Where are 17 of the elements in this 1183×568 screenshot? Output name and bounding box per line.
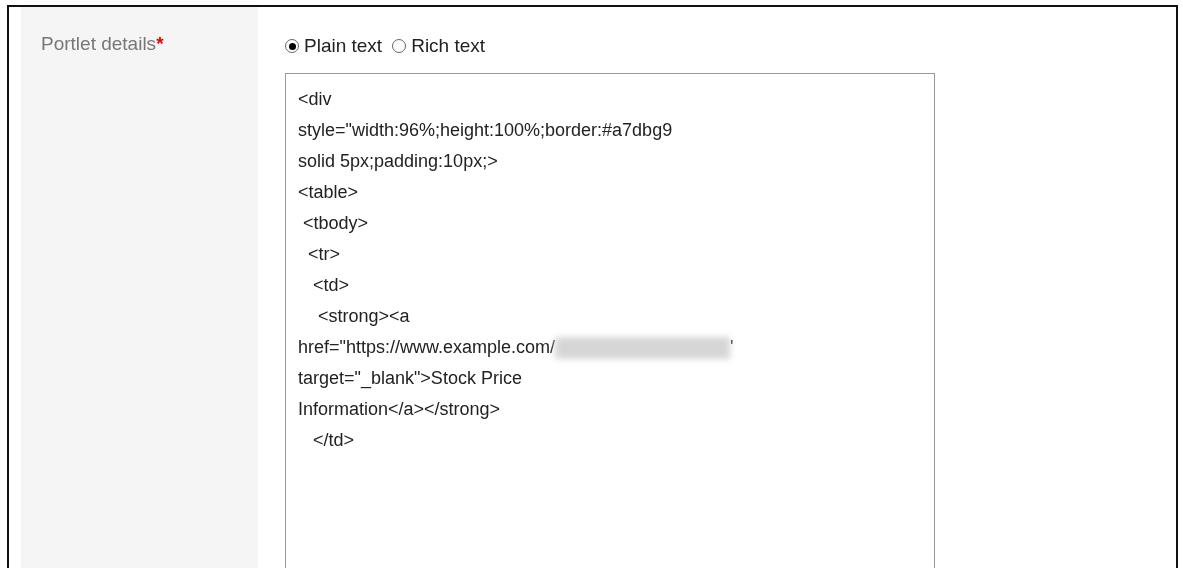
code-line: <tr> bbox=[307, 243, 341, 266]
code-line: <tbody> bbox=[302, 212, 369, 235]
field-label: Portlet details* bbox=[41, 33, 164, 54]
code-line: style="width:96%;height:100%;border:#a7dbg9 bbox=[298, 119, 673, 142]
code-line: <td> bbox=[312, 274, 350, 297]
code-line: Information</a></strong> bbox=[298, 398, 501, 421]
text-editor-field[interactable] bbox=[285, 73, 935, 568]
code-line: target="_blank">Stock Price bbox=[298, 367, 522, 391]
code-line: <div bbox=[298, 88, 332, 111]
format-radio[interactable]: Plain text bbox=[285, 35, 383, 57]
format-radio[interactable]: Rich text bbox=[392, 35, 486, 57]
code-line: <strong><a bbox=[317, 305, 410, 328]
code-line: </td> bbox=[312, 429, 355, 452]
code-line: ' bbox=[730, 336, 734, 359]
code-line: href="https://www.example.com/ bbox=[298, 336, 555, 359]
code-line: <table> bbox=[298, 181, 359, 204]
code-line: solid 5px;padding:10px;> bbox=[298, 150, 498, 173]
